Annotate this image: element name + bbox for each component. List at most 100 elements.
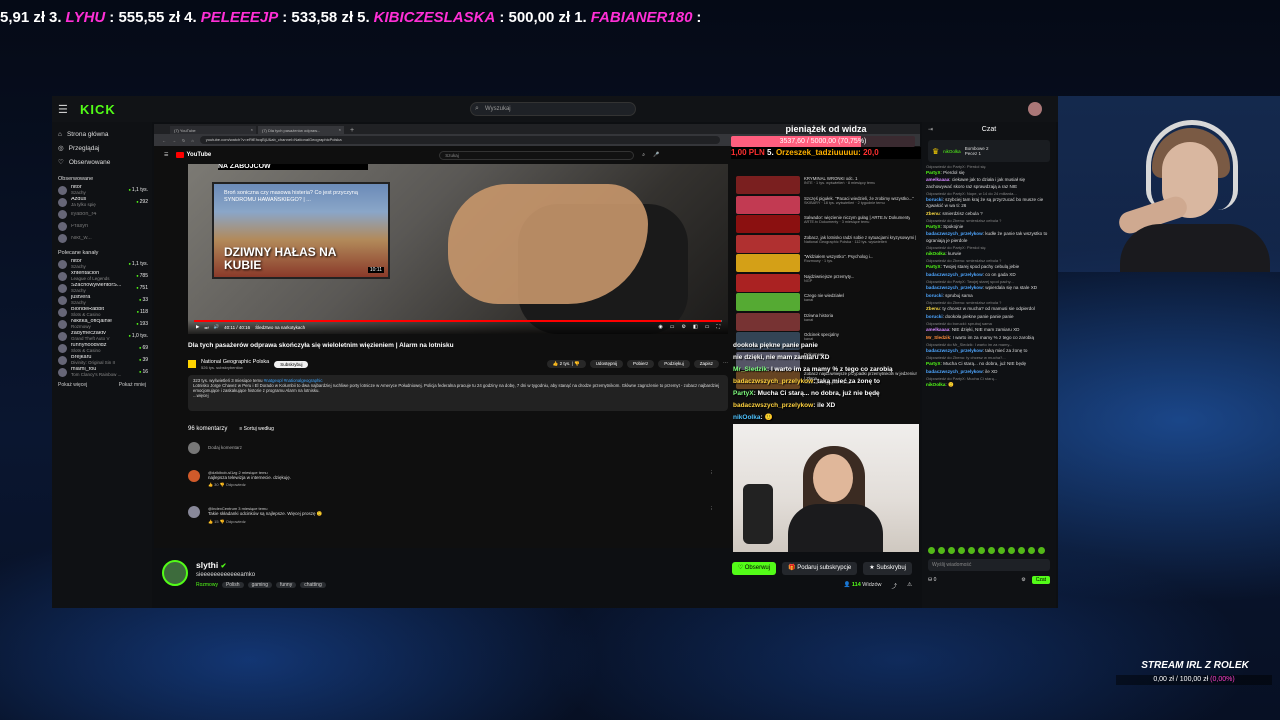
autoplay-icon[interactable]: ◉ [658, 324, 662, 330]
more-icon[interactable]: ⋯ [723, 360, 728, 368]
home-icon[interactable]: ⌂ [191, 138, 193, 143]
video-thumbnail[interactable] [736, 234, 800, 253]
sidebar-channel[interactable]: Nikt_w... [52, 232, 152, 244]
video-player[interactable]: NA ZABÓJCÓW Broń sonicznа czy masowa his… [188, 164, 728, 334]
share-button[interactable]: Udostępnij [589, 360, 623, 368]
emote-icon[interactable] [978, 547, 985, 554]
nav-following[interactable]: ♡ Obserwowane [58, 156, 146, 168]
recommended-video[interactable]: Szczęś pigułek. "Pacaci wiedzieli, że zr… [736, 195, 918, 215]
chat-username[interactable]: nikOolka [926, 382, 945, 387]
video-thumbnail[interactable] [736, 273, 800, 292]
recommended-video[interactable]: KRYMINAL WRONKI odc. 1 INTE · 1 tys. wyśw… [736, 176, 918, 195]
chat-username[interactable]: badaczwszych_przelykow [926, 272, 983, 277]
follow-button[interactable]: ♡ Obserwuj [731, 562, 777, 575]
settings-icon[interactable]: ⚙ [682, 324, 686, 330]
fullscreen-icon[interactable]: ⛶ [716, 324, 720, 330]
leader-user[interactable]: nikOolka [943, 149, 961, 154]
emote-icon[interactable] [968, 547, 975, 554]
sidebar-channel[interactable]: xntentacionLeague of Legends 785 [52, 270, 152, 282]
close-icon[interactable]: × [251, 127, 253, 132]
settings-icon[interactable]: ⚙ [1021, 577, 1025, 583]
yt-subscribe-button[interactable]: Subskrybuj [274, 360, 309, 368]
send-chat-button[interactable]: Czat [1031, 576, 1050, 584]
video-thumbnail[interactable] [736, 293, 800, 311]
sidebar-channel[interactable]: AzdusJa tylko spię 292 [52, 196, 152, 208]
emote-icon[interactable] [998, 547, 1005, 554]
share-icon[interactable]: ⤴ [892, 582, 898, 590]
chat-username[interactable]: borucki [926, 314, 943, 319]
video-thumbnail[interactable] [736, 215, 800, 233]
collapse-chat-icon[interactable]: ⇥ [928, 122, 933, 138]
end-card-video[interactable]: Broń sonicznа czy masowa histeria? Co je… [212, 182, 390, 279]
nav-home[interactable]: ⌂ Strona główna [58, 128, 146, 140]
video-thumbnail[interactable] [736, 176, 800, 194]
chat-username[interactable]: PartyX [926, 170, 941, 175]
user-avatar[interactable] [1028, 102, 1042, 116]
reply-button[interactable]: Odpowiedz [226, 519, 246, 524]
recommended-video[interactable]: Najdziwniejsze przemyty... NGP [736, 273, 918, 293]
thanks-button[interactable]: Podziękuj [658, 360, 690, 368]
play-icon[interactable]: ▶ [196, 324, 199, 330]
sidebar-channel[interactable]: miami_fouTom Clancy's Rainbow ... 16 [52, 366, 152, 378]
mic-icon[interactable]: 🎤 [653, 152, 659, 158]
chat-username[interactable]: badaczwszych_przelykow [926, 348, 983, 353]
chat-username[interactable]: Zbenu [926, 306, 940, 311]
report-icon[interactable]: ⚠ [907, 582, 912, 590]
chat-username[interactable]: Zbenu [926, 211, 940, 216]
stream-category[interactable]: Rozmowy [196, 582, 218, 588]
stream-tag[interactable]: chatting [300, 582, 326, 588]
add-comment-input[interactable]: Dodaj komentarz [208, 442, 242, 454]
url-field[interactable]: youtube.com/watch?v=eRtEhcqBjU&ab_channe… [199, 136, 720, 144]
emote-icon[interactable] [1018, 547, 1025, 554]
search-input[interactable]: ⌕ Wyszukaj [470, 102, 636, 116]
chat-username[interactable]: borucki [926, 197, 943, 202]
sidebar-channel[interactable]: SzachowyMentorS...Szachy 751 [52, 282, 152, 294]
sidebar-channel[interactable]: BrejkaruDivinity: Original Sin II 39 [52, 354, 152, 366]
emote-icon[interactable] [958, 547, 965, 554]
sidebar-channel[interactable]: zadymeczaktvGrand Theft Auto V 1,0 tys. [52, 330, 152, 342]
video-progress-bar[interactable] [194, 320, 722, 322]
thumb-down-icon[interactable]: 👎 [220, 482, 225, 487]
emote-icon[interactable] [1008, 547, 1015, 554]
emote-icon[interactable] [928, 547, 935, 554]
subtitles-icon[interactable]: ▭ [670, 324, 675, 330]
browser-tab-active[interactable]: (7) Dla tych pasażerów odpraw... × [258, 126, 344, 134]
forward-icon[interactable]: → [172, 138, 176, 143]
video-chapter[interactable]: Śledztwo na narkotykach [255, 325, 305, 330]
chat-username[interactable]: PartyX [926, 264, 941, 269]
save-button[interactable]: Zapisz [693, 360, 719, 368]
reload-icon[interactable]: ↻ [182, 138, 185, 143]
stream-tag[interactable]: Polish [221, 582, 244, 588]
show-less-link[interactable]: Pokaż mniej [119, 382, 146, 388]
emote-icon[interactable] [1038, 547, 1045, 554]
like-button[interactable]: 👍 2 tys. | 👎 [546, 360, 586, 368]
recommended-video[interactable]: Zobacz, jak lotnisko radzi sobie z sytua… [736, 234, 918, 254]
emote-icon[interactable] [1028, 547, 1035, 554]
chat-input[interactable]: Wyślij wiadomość [928, 559, 1050, 571]
miniplayer-icon[interactable]: ◧ [693, 324, 698, 330]
sidebar-channel[interactable]: nitorSzachy 1,1 tys. [52, 258, 152, 270]
sidebar-channel[interactable]: Prasyn [52, 220, 152, 232]
sidebar-channel[interactable]: justveraSzachy 33 [52, 294, 152, 306]
chat-username[interactable]: borucki [926, 293, 943, 298]
sidebar-channel[interactable]: BlondeRabbitSlots & Casino 118 [52, 306, 152, 318]
video-description[interactable]: 323 tys. wyświetleń 3 miesiące temu #nat… [188, 375, 728, 411]
nav-browse[interactable]: ◎ Przeglądaj [58, 142, 146, 154]
kick-logo[interactable]: KICK [80, 102, 116, 117]
recommended-video[interactable]: Dziwna historia kanał [736, 312, 918, 332]
sidebar-channel[interactable]: Nikitka_oficjalnieRozmowy 193 [52, 318, 152, 330]
emote-icon[interactable] [948, 547, 955, 554]
stream-tag[interactable]: gaming [247, 582, 272, 588]
reply-button[interactable]: Odpowiedz [226, 482, 246, 487]
youtube-logo[interactable]: YouTube [176, 152, 211, 158]
stream-tag[interactable]: funny [275, 582, 297, 588]
chat-username[interactable]: badaczwszych_przelykow [926, 369, 983, 374]
show-more-link[interactable]: Pokaż więcej [58, 382, 87, 388]
chat-username[interactable]: Mr_Sledzik [926, 335, 950, 340]
chat-username[interactable]: PartyX [926, 224, 941, 229]
chat-username[interactable]: PartyX [926, 361, 941, 366]
recommended-video[interactable]: Czego nie wiedziałeś kanał [736, 293, 918, 312]
chat-username[interactable]: nikOolka [926, 251, 945, 256]
youtube-search-input[interactable]: Szukaj [439, 150, 635, 160]
subscribe-button[interactable]: ★ Subskrybuj [863, 562, 912, 575]
